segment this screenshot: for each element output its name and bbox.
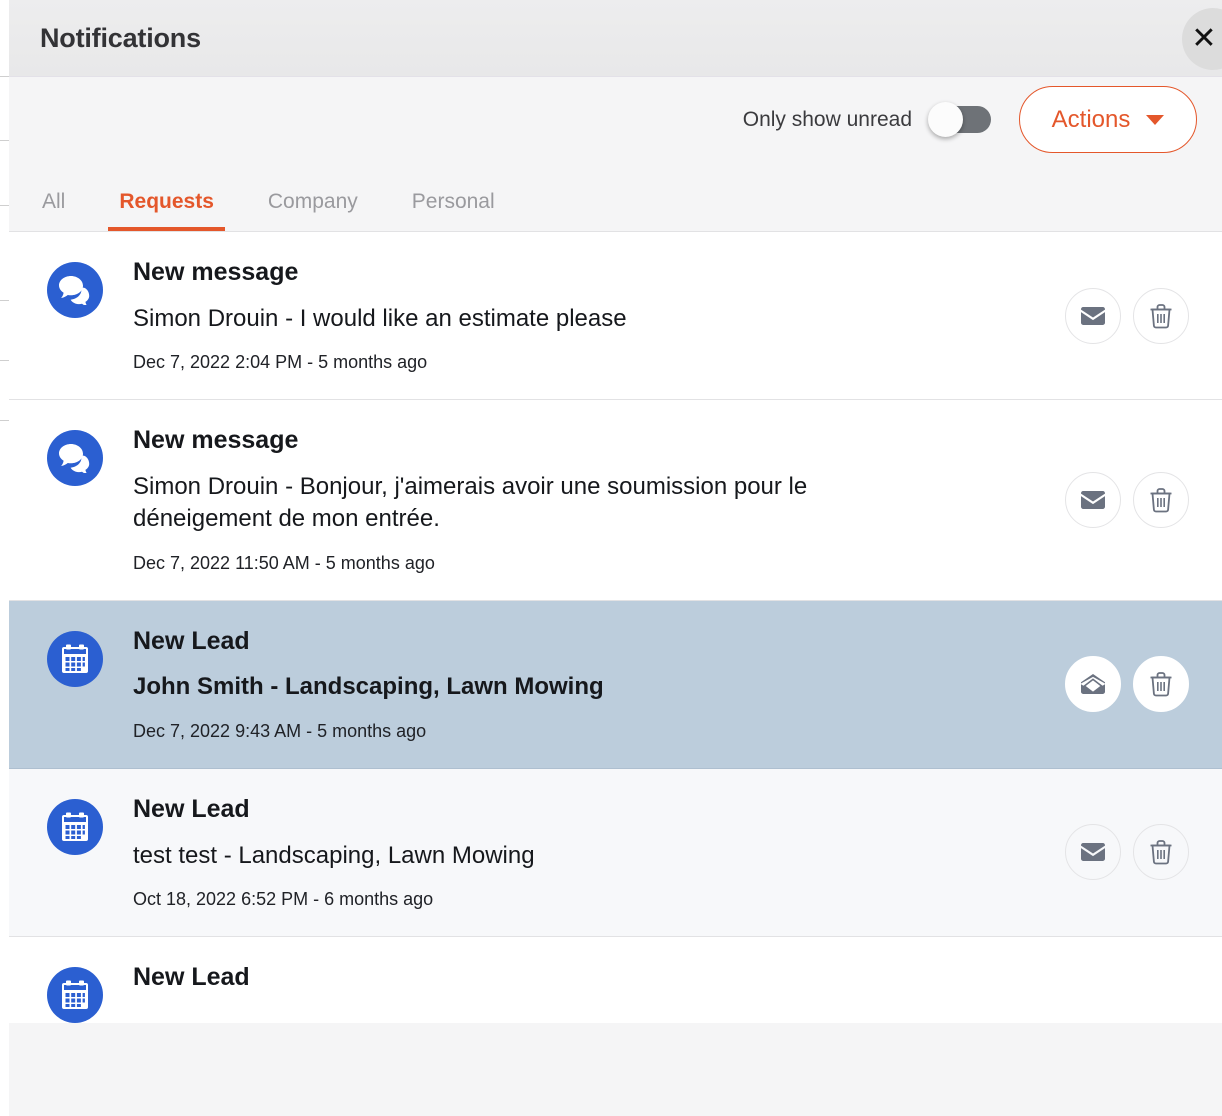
notification-row[interactable]: New Lead test test - Landscaping, Lawn M… bbox=[9, 769, 1222, 937]
mark-as-read-button[interactable] bbox=[1065, 824, 1121, 880]
page-title: Notifications bbox=[40, 23, 201, 54]
notification-text: Simon Drouin - I would like an estimate … bbox=[133, 303, 933, 335]
mark-as-read-button[interactable] bbox=[1065, 472, 1121, 528]
calendar-icon bbox=[47, 631, 103, 687]
close-button[interactable]: ✕ bbox=[1182, 8, 1222, 70]
dialog-toolbar: Only show unread Actions bbox=[9, 77, 1222, 162]
chevron-down-icon bbox=[1146, 115, 1164, 125]
notification-content: New Lead John Smith - Landscaping, Lawn … bbox=[133, 627, 1065, 742]
tab-requests[interactable]: Requests bbox=[119, 190, 214, 231]
notification-timestamp: Oct 18, 2022 6:52 PM - 6 months ago bbox=[133, 889, 1045, 910]
notification-text: John Smith - Landscaping, Lawn Mowing bbox=[133, 671, 933, 703]
trash-icon bbox=[1149, 839, 1173, 865]
trash-icon bbox=[1149, 303, 1173, 329]
delete-notification-button[interactable] bbox=[1133, 824, 1189, 880]
actions-button-label: Actions bbox=[1052, 106, 1131, 134]
notification-title: New Lead bbox=[133, 795, 1045, 824]
notification-row[interactable]: New message Simon Drouin - Bonjour, j'ai… bbox=[9, 400, 1222, 601]
unread-toggle-label: Only show unread bbox=[743, 108, 912, 132]
notifications-dialog: Notifications ✕ Only show unread Actions… bbox=[9, 0, 1222, 1116]
mark-as-read-button[interactable] bbox=[1065, 288, 1121, 344]
notification-title: New Lead bbox=[133, 963, 1169, 992]
envelope-open-icon bbox=[1080, 673, 1106, 695]
notification-tabs: All Requests Company Personal bbox=[9, 162, 1222, 231]
notification-row-actions bbox=[1065, 656, 1189, 712]
trash-icon bbox=[1149, 671, 1173, 697]
delete-notification-button[interactable] bbox=[1133, 656, 1189, 712]
envelope-closed-icon bbox=[1080, 490, 1106, 510]
notification-row[interactable]: New Lead bbox=[9, 937, 1222, 1023]
notification-text: test test - Landscaping, Lawn Mowing bbox=[133, 840, 933, 872]
notification-content: New message Simon Drouin - I would like … bbox=[133, 258, 1065, 373]
tab-personal[interactable]: Personal bbox=[412, 190, 495, 231]
notification-timestamp: Dec 7, 2022 2:04 PM - 5 months ago bbox=[133, 352, 1045, 373]
chat-bubbles-icon bbox=[47, 262, 103, 318]
notification-timestamp: Dec 7, 2022 9:43 AM - 5 months ago bbox=[133, 721, 1045, 742]
dialog-header: Notifications ✕ bbox=[9, 0, 1222, 77]
actions-button[interactable]: Actions bbox=[1019, 86, 1197, 153]
notification-row-actions bbox=[1065, 288, 1189, 344]
notification-content: New message Simon Drouin - Bonjour, j'ai… bbox=[133, 426, 1065, 574]
delete-notification-button[interactable] bbox=[1133, 472, 1189, 528]
envelope-closed-icon bbox=[1080, 842, 1106, 862]
toggle-knob bbox=[928, 102, 963, 137]
notification-title: New message bbox=[133, 258, 1045, 287]
tab-all[interactable]: All bbox=[42, 190, 65, 231]
notification-row[interactable]: New message Simon Drouin - I would like … bbox=[9, 232, 1222, 400]
notification-row-actions bbox=[1065, 824, 1189, 880]
envelope-closed-icon bbox=[1080, 306, 1106, 326]
chat-bubbles-icon bbox=[47, 430, 103, 486]
notification-text: Simon Drouin - Bonjour, j'aimerais avoir… bbox=[133, 471, 933, 536]
notification-content: New Lead test test - Landscaping, Lawn M… bbox=[133, 795, 1065, 910]
notification-row-selected[interactable]: New Lead John Smith - Landscaping, Lawn … bbox=[9, 601, 1222, 769]
notification-list: New message Simon Drouin - I would like … bbox=[9, 231, 1222, 1023]
delete-notification-button[interactable] bbox=[1133, 288, 1189, 344]
notification-title: New message bbox=[133, 426, 1045, 455]
mark-as-unread-button[interactable] bbox=[1065, 656, 1121, 712]
notification-row-actions bbox=[1065, 472, 1189, 528]
notification-title: New Lead bbox=[133, 627, 1045, 656]
calendar-icon bbox=[47, 799, 103, 855]
trash-icon bbox=[1149, 487, 1173, 513]
unread-filter-group: Only show unread bbox=[743, 106, 991, 133]
notification-content: New Lead bbox=[133, 963, 1189, 1008]
close-icon: ✕ bbox=[1191, 24, 1216, 54]
only-show-unread-toggle[interactable] bbox=[931, 106, 991, 133]
calendar-icon bbox=[47, 967, 103, 1023]
tab-company[interactable]: Company bbox=[268, 190, 358, 231]
notification-timestamp: Dec 7, 2022 11:50 AM - 5 months ago bbox=[133, 553, 1045, 574]
